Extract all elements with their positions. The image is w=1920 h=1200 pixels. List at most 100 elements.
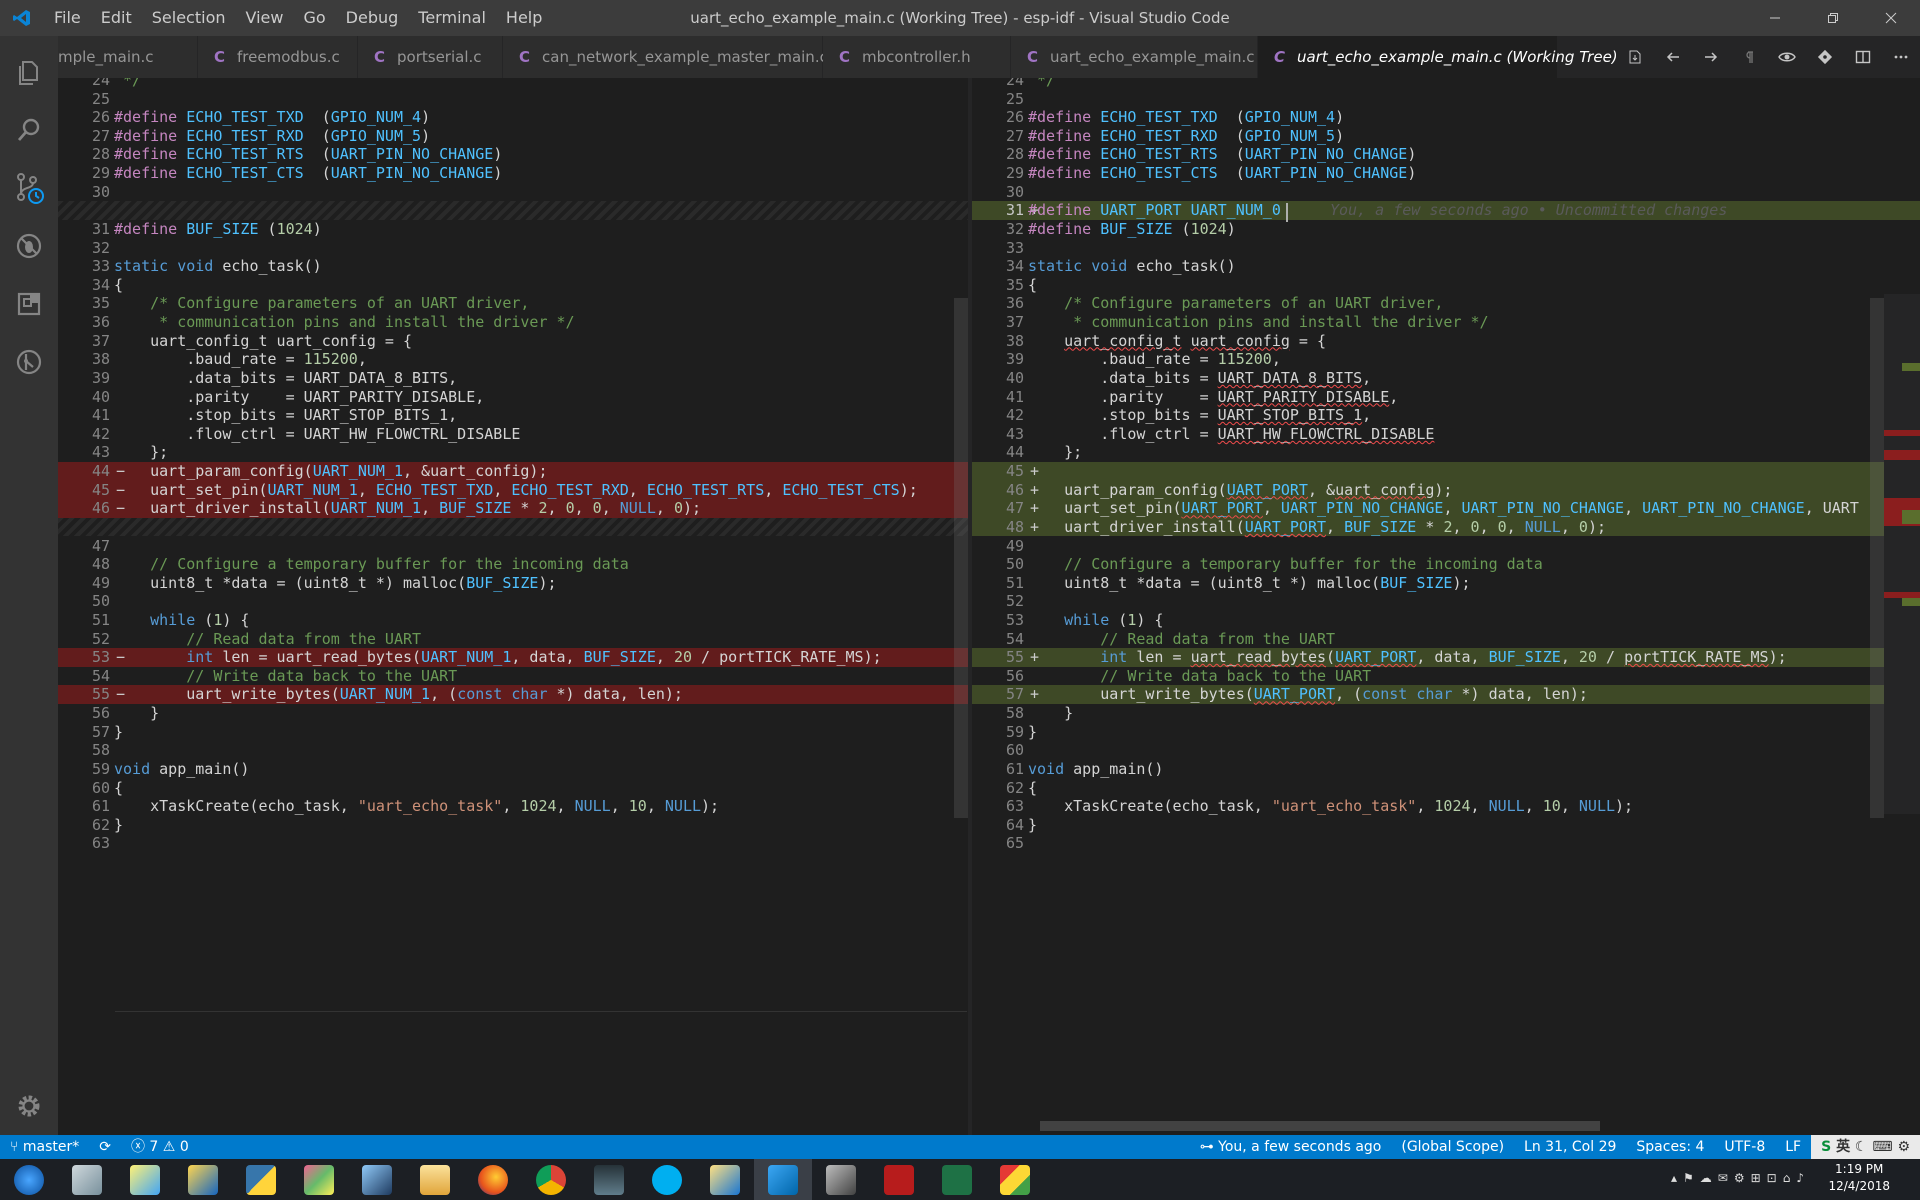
code-line[interactable]: 25 <box>58 90 968 109</box>
cursor-position[interactable]: Ln 31, Col 29 <box>1514 1135 1626 1159</box>
taskbar-app-excel-icon[interactable] <box>928 1159 986 1200</box>
code-line[interactable]: 42 .stop_bits = UART_STOP_BITS_1, <box>972 406 1920 425</box>
next-change-icon[interactable] <box>1692 36 1730 78</box>
menu-file[interactable]: File <box>44 0 91 36</box>
code-line[interactable]: 34 static void echo_task() <box>972 257 1920 276</box>
branch-item[interactable]: ⑂ master* <box>0 1135 89 1159</box>
code-line[interactable]: 54 // Write data back to the UART <box>58 667 968 686</box>
code-line[interactable]: 53 while (1) { <box>972 611 1920 630</box>
code-line[interactable]: 53− int len = uart_read_bytes(UART_NUM_1… <box>58 648 968 667</box>
code-line[interactable]: 64} <box>972 816 1920 835</box>
code-line[interactable]: 54 // Read data from the UART <box>972 630 1920 649</box>
code-line[interactable]: 26 #define ECHO_TEST_TXD (GPIO_NUM_4) <box>58 108 968 127</box>
start-button-icon[interactable] <box>0 1159 58 1200</box>
restore-icon[interactable] <box>1804 0 1862 36</box>
taskbar-app-cm-icon[interactable] <box>986 1159 1044 1200</box>
search-icon[interactable] <box>0 100 58 160</box>
code-line[interactable]: 37 * communication pins and install the … <box>972 313 1920 332</box>
horizontal-scrollbar-thumb[interactable] <box>1040 1121 1600 1131</box>
diff-modified-pane[interactable]: 24 */25 26 #define ECHO_TEST_TXD (GPIO_NUM… <box>972 78 1920 1135</box>
debug-icon[interactable] <box>0 216 58 276</box>
minimize-icon[interactable] <box>1746 0 1804 36</box>
code-line[interactable]: 40 .parity = UART_PARITY_DISABLE, <box>58 388 968 407</box>
code-line[interactable]: 60{ <box>58 779 968 798</box>
encoding-status[interactable]: UTF-8 <box>1714 1135 1775 1159</box>
code-line[interactable]: 28 #define ECHO_TEST_RTS (UART_PIN_NO_CHA… <box>58 145 968 164</box>
code-line[interactable]: 56 } <box>58 704 968 723</box>
code-line[interactable]: 25 <box>972 90 1920 109</box>
code-line[interactable]: 29 #define ECHO_TEST_CTS (UART_PIN_NO_CHA… <box>58 164 968 183</box>
code-line[interactable]: 63 <box>58 834 968 853</box>
code-line[interactable]: 40 .data_bits = UART_DATA_8_BITS, <box>972 369 1920 388</box>
code-line[interactable]: 52 // Read data from the UART <box>58 630 968 649</box>
code-line[interactable]: 44 }; <box>972 443 1920 462</box>
code-line[interactable]: 58 } <box>972 704 1920 723</box>
code-line[interactable]: 57} <box>58 723 968 742</box>
indentation-status[interactable]: Spaces: 4 <box>1626 1135 1714 1159</box>
taskbar-app-paint-icon[interactable] <box>116 1159 174 1200</box>
code-line[interactable] <box>58 517 968 537</box>
split-editor-icon[interactable] <box>1844 36 1882 78</box>
scope-status[interactable]: (Global Scope) <box>1391 1135 1514 1159</box>
code-line[interactable]: 48 + uart_driver_install(UART_PORT, BUF_S… <box>972 517 1920 537</box>
code-line[interactable]: 48 // Configure a temporary buffer for t… <box>58 555 968 574</box>
code-line[interactable]: 32 <box>58 239 968 258</box>
menu-selection[interactable]: Selection <box>142 0 236 36</box>
code-line[interactable]: 35{ <box>972 276 1920 295</box>
tab-3[interactable]: Cportserial.c <box>358 36 503 78</box>
blame-status[interactable]: ⊶ You, a few seconds ago <box>1190 1135 1392 1159</box>
right-scrollbar-thumb[interactable] <box>1870 298 1884 818</box>
code-line[interactable]: 27 #define ECHO_TEST_RXD (GPIO_NUM_5) <box>972 127 1920 146</box>
code-line[interactable]: 50 <box>58 592 968 611</box>
code-line[interactable]: 60 <box>972 741 1920 760</box>
code-line[interactable]: 45− uart_set_pin(UART_NUM_1, ECHO_TEST_T… <box>58 480 968 500</box>
code-line[interactable]: 65 <box>972 834 1920 853</box>
menu-go[interactable]: Go <box>293 0 335 36</box>
taskbar-app-chrome-icon[interactable] <box>522 1159 580 1200</box>
code-line[interactable]: 46 + uart_param_config(UART_PORT, &uart_c… <box>972 480 1920 500</box>
code-line[interactable]: 57 + uart_write_bytes(UART_PORT, (const c… <box>972 685 1920 705</box>
menu-terminal[interactable]: Terminal <box>408 0 496 36</box>
code-line[interactable]: 47 + uart_set_pin(UART_PORT, UART_PIN_NO_… <box>972 499 1920 518</box>
code-line[interactable]: 35 /* Configure parameters of an UART dr… <box>58 294 968 313</box>
system-tray-icons[interactable]: ▴⚑☁✉⚙⊞⊡⌂♪ <box>1671 1171 1810 1185</box>
ime-status[interactable]: S 英 ☾ ⌨ ⚙ <box>1811 1135 1920 1159</box>
code-line[interactable]: 26 #define ECHO_TEST_TXD (GPIO_NUM_4) <box>972 108 1920 127</box>
code-line[interactable]: 55 + int len = uart_read_bytes(UART_PORT,… <box>972 648 1920 667</box>
code-line[interactable]: 33 static void echo_task() <box>58 257 968 276</box>
code-line[interactable]: 59 void app_main() <box>58 760 968 779</box>
code-line[interactable]: 24 */ <box>972 78 1920 90</box>
code-line[interactable]: 49 <box>972 537 1920 556</box>
code-line[interactable]: 31 + #define UART_PORT UART_NUM_0 You, a fe… <box>972 201 1920 223</box>
eol-status[interactable]: LF <box>1775 1135 1811 1159</box>
taskbar-app-acrobat-icon[interactable] <box>870 1159 928 1200</box>
git-compare-icon[interactable] <box>1806 36 1844 78</box>
code-line[interactable]: 31 #define BUF_SIZE (1024) <box>58 220 968 239</box>
taskbar-app-network-icon[interactable] <box>174 1159 232 1200</box>
code-line[interactable]: 46− uart_driver_install(UART_NUM_1, BUF_… <box>58 499 968 518</box>
code-line[interactable]: 61 void app_main() <box>972 760 1920 779</box>
code-line[interactable]: 45 + <box>972 462 1920 481</box>
code-line[interactable]: 36 /* Configure parameters of an UART dr… <box>972 294 1920 313</box>
code-line[interactable]: 24 */ <box>58 78 968 90</box>
previous-change-icon[interactable] <box>1654 36 1692 78</box>
taskbar-app-firefox-icon[interactable] <box>464 1159 522 1200</box>
code-line[interactable]: 58 <box>58 741 968 760</box>
code-line[interactable]: 62{ <box>972 779 1920 798</box>
taskbar-app-sourcetree-icon[interactable] <box>290 1159 348 1200</box>
gitlens-icon[interactable] <box>0 332 58 392</box>
close-icon[interactable] <box>1862 0 1920 36</box>
tab-6[interactable]: Cuart_echo_example_main.c <box>1011 36 1258 78</box>
tab-5[interactable]: Cmbcontroller.h <box>823 36 1011 78</box>
sync-icon[interactable]: ⟳ <box>89 1135 121 1159</box>
code-line[interactable]: 61 xTaskCreate(echo_task, "uart_echo_tas… <box>58 797 968 816</box>
code-line[interactable]: 27 #define ECHO_TEST_RXD (GPIO_NUM_5) <box>58 127 968 146</box>
menu-debug[interactable]: Debug <box>336 0 409 36</box>
code-line[interactable]: 33 <box>972 239 1920 258</box>
diff-original-pane[interactable]: 24 */25 26 #define ECHO_TEST_TXD (GPIO_NUM… <box>58 78 968 1135</box>
show-whitespace-icon[interactable] <box>1730 36 1768 78</box>
source-control-icon[interactable] <box>0 158 58 218</box>
tab-2[interactable]: Cfreemodbus.c <box>198 36 358 78</box>
code-line[interactable]: 51 while (1) { <box>58 611 968 630</box>
code-line[interactable]: 30 <box>972 183 1920 202</box>
